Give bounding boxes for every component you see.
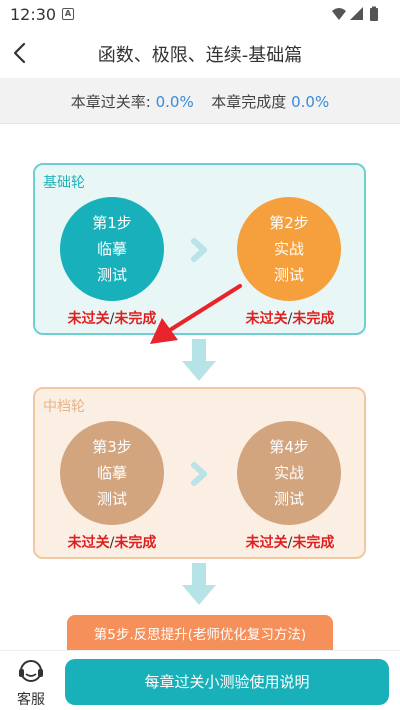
step-2-button[interactable]: 第2步 实战 测试 [237,197,341,301]
signal-icon [350,7,363,20]
step-1-name: 临摹 [96,240,127,258]
customer-service-button[interactable]: 客服 [8,655,54,709]
wifi-icon [332,8,346,20]
step-4-button[interactable]: 第4步 实战 测试 [237,421,341,525]
round-title-mid: 中档轮 [43,399,85,415]
step-3-status: 未过关/未完成 [67,535,157,551]
step-3-complete-status: 未完成 [114,535,157,551]
bottom-bar: 客服 每章过关小测验使用说明 [0,650,400,710]
step-5-button[interactable]: 第5步.反思提升(老师优化复习方法) [67,615,333,653]
step-4-pass-status: 未过关 [245,535,288,551]
quiz-instructions-button[interactable]: 每章过关小测验使用说明 [65,659,389,705]
battery-icon [370,8,378,21]
step-2-name: 实战 [273,240,304,258]
page-title: 函数、极限、连续-基础篇 [97,45,303,66]
status-time: 12:30 [10,5,57,24]
step-2-complete-status: 未完成 [292,311,335,327]
step-4-complete-status: 未完成 [292,535,335,551]
customer-service-headset-icon [19,660,43,682]
step-3-button[interactable]: 第3步 临摹 测试 [60,421,164,525]
notification-a-icon: A [62,8,74,20]
red-pointer-arrow-icon [150,284,242,344]
round-title-basic: 基础轮 [43,175,85,191]
step-3-name: 临摹 [96,464,127,482]
step-4-status: 未过关/未完成 [245,535,335,551]
nav-bar: 函数、极限、连续-基础篇 [0,28,400,78]
step-2-pass-status: 未过关 [245,311,288,327]
completion-value: 0.0% [291,93,330,111]
status-bar: 12:30 A [0,0,400,28]
step-3-type: 测试 [96,490,127,508]
chevron-right-icon [191,462,207,486]
step-2-number: 第2步 [269,214,309,232]
progress-flow: 基础轮 第1步 临摹 测试 第2步 实战 测试 未过关/未完成 未过关/未完成 … [0,125,400,653]
customer-service-label: 客服 [17,692,45,708]
pass-rate-value: 0.0% [155,93,194,111]
step-1-number: 第1步 [92,214,132,232]
chapter-stats-bar: 本章过关率: 0.0% 本章完成度 0.0% [0,78,400,124]
step-4-name: 实战 [273,464,304,482]
step-3-pass-status: 未过关 [67,535,110,551]
completion-label: 本章完成度 [211,93,287,111]
round-mid: 中档轮 第3步 临摹 测试 第4步 实战 测试 未过关/未完成 未过关/未完成 [33,387,366,559]
pass-rate-label: 本章过关率: [70,93,151,111]
down-arrow-icon [182,563,216,605]
chevron-right-icon [191,238,207,262]
step-4-type: 测试 [273,490,304,508]
status-icons [332,6,378,21]
step-1-pass-status: 未过关 [67,311,110,327]
step-4-number: 第4步 [269,438,309,456]
step-3-number: 第3步 [92,438,132,456]
step-2-type: 测试 [273,266,304,284]
